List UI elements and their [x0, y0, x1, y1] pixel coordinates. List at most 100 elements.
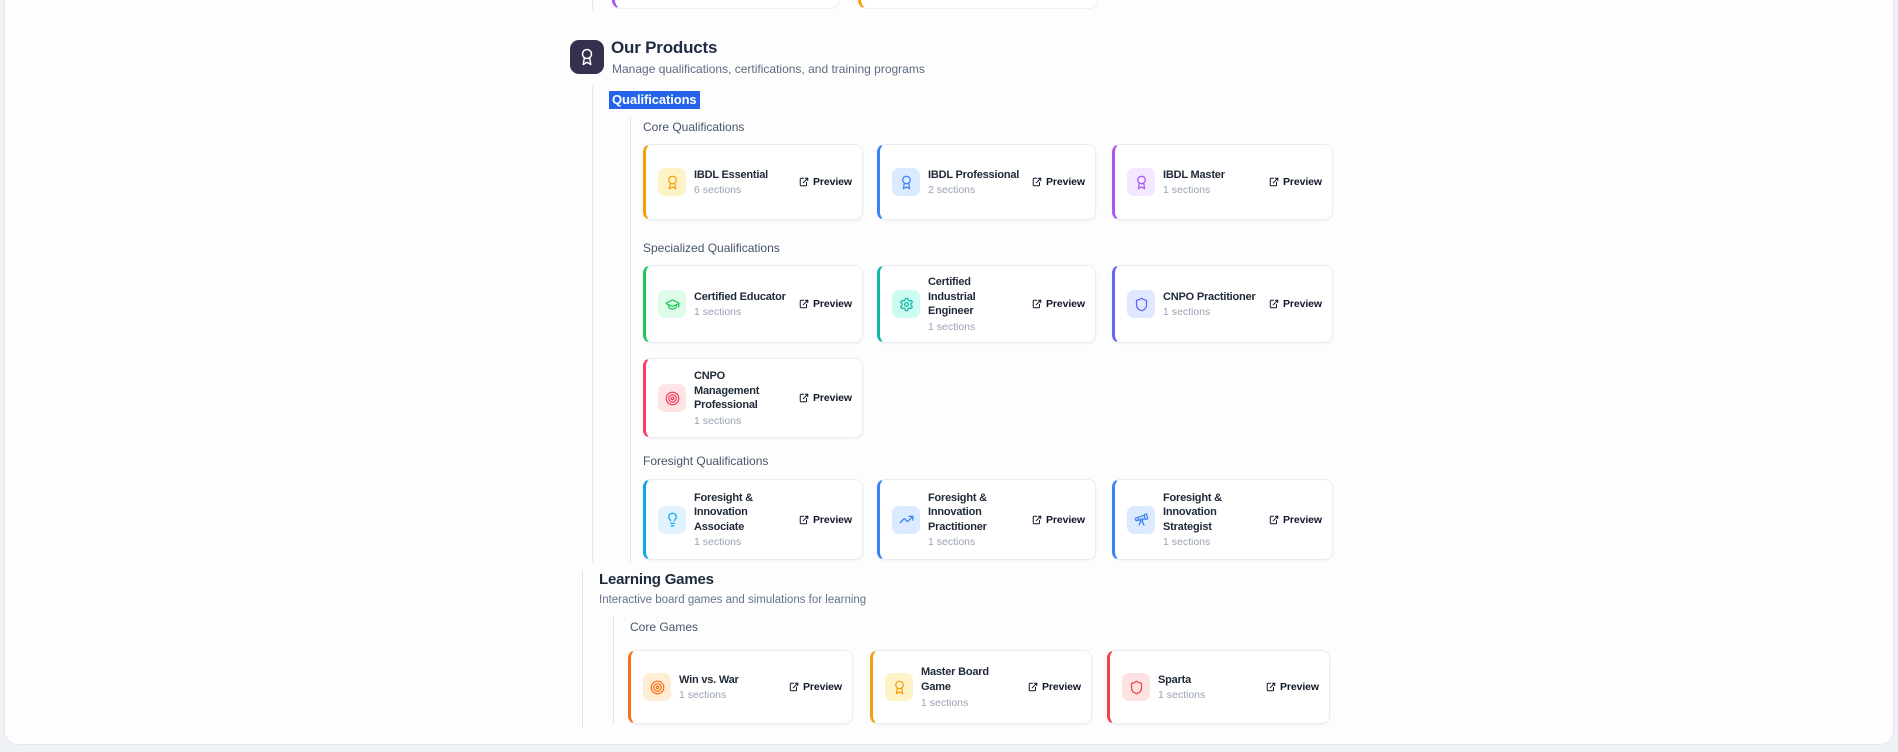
preview-button[interactable]: Preview	[1269, 176, 1322, 188]
card-icon-chip	[1127, 506, 1155, 534]
card-title: IBDL Professional	[928, 168, 1020, 183]
card-text: Foresight & Innovation Practitioner 1 se…	[928, 491, 1020, 549]
tree-guide-line	[613, 616, 614, 724]
external-link-icon	[1269, 299, 1279, 309]
preview-label: Preview	[813, 176, 852, 188]
card-fragment[interactable]	[858, 0, 1098, 9]
product-card-foresight-innovation-strategist[interactable]: Foresight & Innovation Strategist 1 sect…	[1112, 479, 1333, 560]
card-sections-count: 1 sections	[1163, 184, 1257, 196]
card-text: IBDL Master 1 sections	[1163, 168, 1257, 197]
product-card-ibdl-professional[interactable]: IBDL Professional 2 sections Preview	[877, 144, 1096, 220]
product-card-certified-industrial-engineer[interactable]: Certified Industrial Engineer 1 sections…	[877, 265, 1096, 343]
preview-label: Preview	[813, 392, 852, 404]
card-title: Sparta	[1158, 673, 1254, 688]
card-icon-chip	[892, 290, 920, 318]
external-link-icon	[799, 515, 809, 525]
card-sections-count: 1 sections	[694, 415, 787, 427]
telescope-icon	[1134, 512, 1149, 527]
product-card-cnpo-management-professional[interactable]: CNPO Management Professional 1 sections …	[643, 358, 863, 438]
card-title: IBDL Master	[1163, 168, 1257, 183]
group-label-core-qualifications: Core Qualifications	[643, 120, 744, 134]
card-icon-chip	[885, 673, 913, 701]
preview-label: Preview	[1283, 514, 1322, 526]
preview-button[interactable]: Preview	[1032, 298, 1085, 310]
tree-guide-line	[582, 570, 583, 728]
card-title: Foresight & Innovation Associate	[694, 491, 787, 535]
product-card-master-board-game[interactable]: Master Board Game 1 sections Preview	[870, 650, 1092, 724]
shield-icon	[1129, 680, 1144, 695]
preview-button[interactable]: Preview	[799, 392, 852, 404]
external-link-icon	[799, 177, 809, 187]
card-sections-count: 1 sections	[679, 689, 777, 701]
preview-button[interactable]: Preview	[1028, 681, 1081, 693]
preview-label: Preview	[1283, 298, 1322, 310]
card-title: Foresight & Innovation Practitioner	[928, 491, 1020, 535]
award-icon	[1134, 175, 1149, 190]
product-card-win-vs-war[interactable]: Win vs. War 1 sections Preview	[628, 650, 853, 724]
product-card-foresight-innovation-associate[interactable]: Foresight & Innovation Associate 1 secti…	[643, 479, 863, 560]
learning-games-subtitle: Interactive board games and simulations …	[599, 594, 866, 606]
preview-button[interactable]: Preview	[799, 298, 852, 310]
card-icon-chip	[1122, 673, 1150, 701]
card-title: Master Board Game	[921, 665, 1016, 694]
lightbulb-icon	[665, 512, 680, 527]
card-text: Sparta 1 sections	[1158, 673, 1254, 702]
external-link-icon	[1032, 299, 1042, 309]
preview-label: Preview	[1046, 176, 1085, 188]
preview-button[interactable]: Preview	[1266, 681, 1319, 693]
card-title: CNPO Practitioner	[1163, 290, 1257, 305]
section-label-qualifications[interactable]: Qualifications	[609, 91, 700, 109]
preview-label: Preview	[1280, 681, 1319, 693]
card-icon-chip	[1127, 168, 1155, 196]
card-fragment[interactable]	[612, 0, 840, 9]
page-subtitle: Manage qualifications, certifications, a…	[612, 62, 925, 76]
tree-guide-line	[592, 0, 593, 10]
preview-button[interactable]: Preview	[789, 681, 842, 693]
product-card-ibdl-master[interactable]: IBDL Master 1 sections Preview	[1112, 144, 1333, 220]
card-sections-count: 2 sections	[928, 184, 1020, 196]
card-sections-count: 1 sections	[1163, 306, 1257, 318]
product-card-foresight-innovation-practitioner[interactable]: Foresight & Innovation Practitioner 1 se…	[877, 479, 1096, 560]
preview-button[interactable]: Preview	[1269, 514, 1322, 526]
card-text: Master Board Game 1 sections	[921, 665, 1016, 708]
product-card-ibdl-essential[interactable]: IBDL Essential 6 sections Preview	[643, 144, 863, 220]
card-sections-count: 1 sections	[928, 321, 1020, 333]
card-sections-count: 1 sections	[928, 536, 1020, 548]
external-link-icon	[1269, 177, 1279, 187]
external-link-icon	[1032, 177, 1042, 187]
target-icon	[665, 391, 680, 406]
card-text: CNPO Management Professional 1 sections	[694, 369, 787, 427]
trending-up-icon	[899, 512, 914, 527]
product-card-cnpo-practitioner[interactable]: CNPO Practitioner 1 sections Preview	[1112, 265, 1333, 343]
card-sections-count: 1 sections	[694, 536, 787, 548]
preview-button[interactable]: Preview	[1032, 176, 1085, 188]
preview-button[interactable]: Preview	[799, 514, 852, 526]
external-link-icon	[1266, 682, 1276, 692]
product-card-sparta[interactable]: Sparta 1 sections Preview	[1107, 650, 1330, 724]
card-text: IBDL Professional 2 sections	[928, 168, 1020, 197]
card-title: Certified Educator	[694, 290, 787, 305]
external-link-icon	[789, 682, 799, 692]
preview-label: Preview	[813, 298, 852, 310]
preview-label: Preview	[813, 514, 852, 526]
card-text: Foresight & Innovation Strategist 1 sect…	[1163, 491, 1257, 549]
card-icon-chip	[892, 506, 920, 534]
external-link-icon	[799, 299, 809, 309]
card-sections-count: 1 sections	[1163, 536, 1257, 548]
preview-label: Preview	[1283, 176, 1322, 188]
external-link-icon	[1269, 515, 1279, 525]
section-label-learning-games[interactable]: Learning Games	[599, 571, 714, 588]
preview-button[interactable]: Preview	[1269, 298, 1322, 310]
card-icon-chip	[643, 673, 671, 701]
preview-button[interactable]: Preview	[799, 176, 852, 188]
card-text: Win vs. War 1 sections	[679, 673, 777, 702]
card-text: Certified Educator 1 sections	[694, 290, 787, 319]
card-text: IBDL Essential 6 sections	[694, 168, 787, 197]
products-header-icon	[570, 40, 604, 74]
product-card-certified-educator[interactable]: Certified Educator 1 sections Preview	[643, 265, 863, 343]
card-icon-chip	[658, 506, 686, 534]
card-sections-count: 1 sections	[1158, 689, 1254, 701]
card-icon-chip	[658, 168, 686, 196]
shield-icon	[1134, 297, 1149, 312]
preview-button[interactable]: Preview	[1032, 514, 1085, 526]
